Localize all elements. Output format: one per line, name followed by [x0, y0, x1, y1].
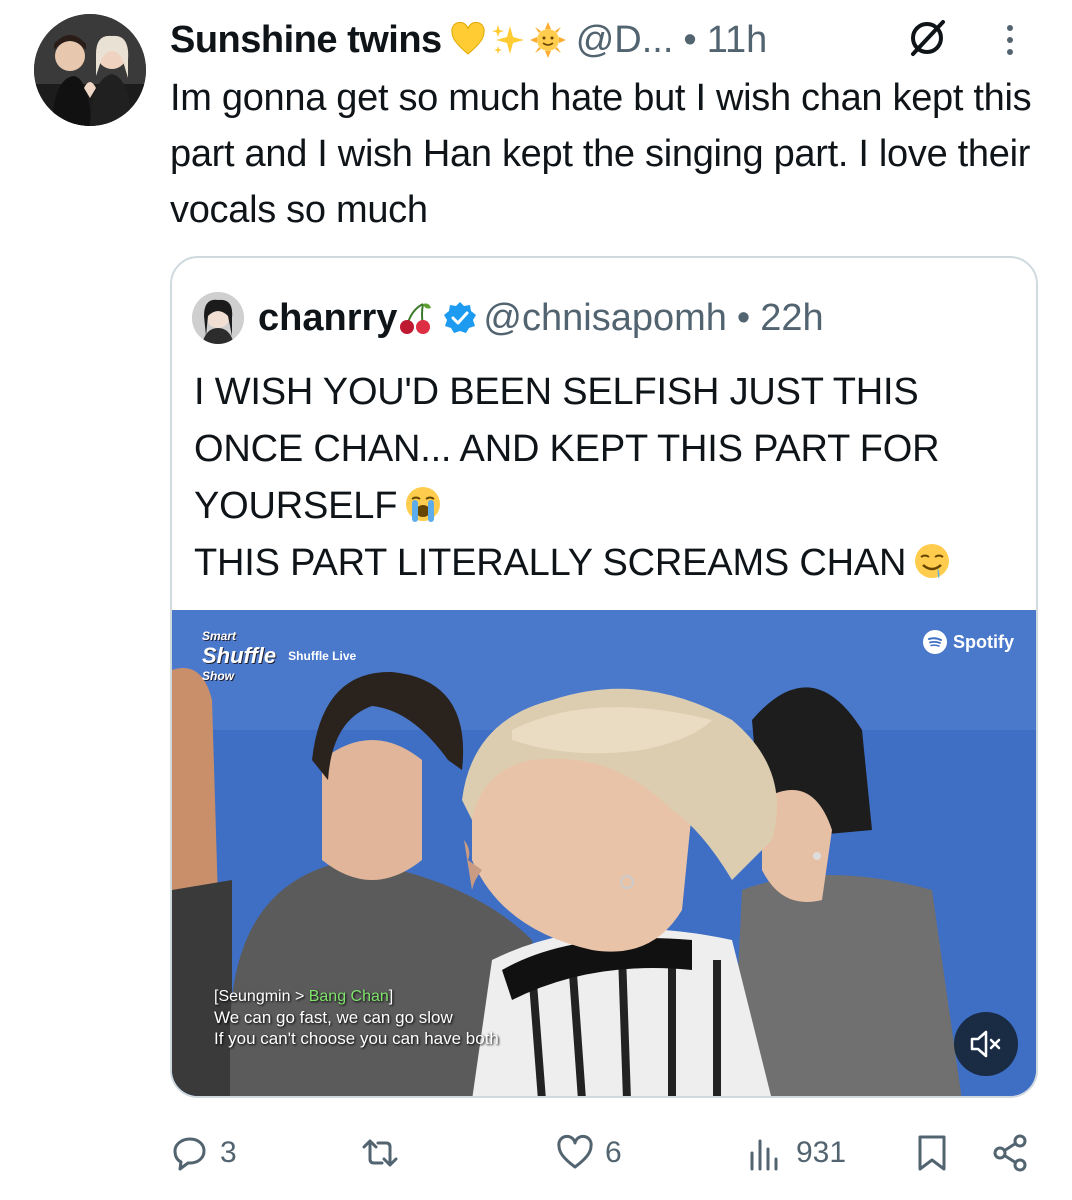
verified-badge-icon[interactable] — [443, 301, 477, 335]
video-player[interactable]: Smart Shuffle Show Shuffle Live Spotify — [172, 610, 1036, 1096]
separator-dot: • — [736, 296, 751, 339]
tweet-text: Im gonna get so much hate but I wish cha… — [170, 77, 1032, 231]
like-count: 6 — [605, 1136, 622, 1169]
tweet-time[interactable]: 11h — [707, 19, 768, 62]
quoted-text-line1: I WISH YOU'D BEEN SELFISH JUST THIS ONCE… — [194, 371, 940, 527]
bookmark-icon — [918, 1135, 946, 1171]
quoted-author-avatar[interactable] — [192, 292, 244, 344]
quoted-tweet-text: I WISH YOU'D BEEN SELFISH JUST THIS ONCE… — [194, 364, 1024, 592]
drooling-face-icon — [915, 544, 950, 579]
repost-icon — [362, 1139, 398, 1167]
quoted-handle[interactable]: @chnisapomh — [483, 297, 726, 340]
views-chart-icon — [750, 1139, 778, 1171]
share-button[interactable] — [990, 1130, 1030, 1176]
like-button[interactable]: 6 — [555, 1130, 622, 1176]
spotify-label: Spotify — [953, 631, 1014, 652]
tweet-header: Sunshine twins @D... • 11h — [170, 14, 1050, 66]
subtitle-line1: We can go fast, we can go slow — [214, 1008, 453, 1027]
subtitle-speaker-close: ] — [388, 988, 394, 1005]
sun-with-face-icon — [529, 22, 566, 58]
spotify-watermark: Spotify — [923, 630, 1014, 654]
reply-count: 3 — [220, 1136, 237, 1169]
more-options-icon[interactable] — [998, 18, 1022, 62]
action-bar: 3 6 931 — [170, 1130, 1050, 1176]
heart-icon — [557, 1134, 593, 1169]
loudly-crying-face-icon — [406, 487, 441, 522]
video-subtitles: [Seungmin > Bang Chan] We can go fast, w… — [214, 986, 499, 1049]
speaker-muted-icon — [970, 1030, 1001, 1058]
subtitle-line2: If you can't choose you can have both — [214, 1029, 499, 1048]
subtitle-speaker-from: [Seungmin > — [214, 988, 309, 1005]
logo-line2: Shuffle — [202, 643, 277, 668]
bookmark-button[interactable] — [912, 1130, 952, 1176]
repost-button[interactable] — [360, 1130, 410, 1176]
author-display-name[interactable]: Sunshine twins — [170, 19, 442, 62]
views-button[interactable]: 931 — [746, 1130, 846, 1176]
quoted-time[interactable]: 22h — [760, 297, 823, 340]
cherries-icon — [400, 303, 432, 334]
spotify-icon — [923, 630, 947, 654]
views-count: 931 — [796, 1136, 847, 1169]
separator-dot: • — [683, 18, 697, 61]
quoted-tweet[interactable]: chanrry @chnisapomh • 22h I WISH YOU'D B… — [170, 256, 1038, 1098]
subtitle-speaker: [Seungmin > Bang Chan] — [214, 986, 499, 1007]
author-avatar[interactable] — [34, 14, 146, 126]
share-icon — [993, 1134, 1027, 1172]
reply-button[interactable]: 3 — [170, 1130, 237, 1176]
logo-subtitle: Shuffle Live — [288, 649, 357, 663]
grok-icon[interactable] — [905, 16, 949, 60]
quoted-display-name[interactable]: chanrry — [258, 297, 397, 340]
author-handle[interactable]: @D... — [576, 19, 674, 62]
tweet[interactable]: Sunshine twins @D... • 11h Im gonna get … — [0, 0, 1072, 1200]
quoted-tweet-header: chanrry @chnisapomh • 22h — [192, 290, 1012, 346]
name-emojis — [450, 22, 566, 58]
sparkles-icon — [491, 25, 524, 54]
subtitle-speaker-to: Bang Chan — [308, 988, 389, 1005]
mute-button[interactable] — [954, 1012, 1018, 1076]
yellow-heart-icon — [451, 22, 485, 55]
quoted-text-line2: THIS PART LITERALLY SCREAMS CHAN — [194, 542, 907, 584]
reply-icon — [173, 1137, 206, 1171]
show-logo: Smart Shuffle Show Shuffle Live — [202, 626, 356, 686]
logo-line3: Show — [202, 669, 234, 683]
